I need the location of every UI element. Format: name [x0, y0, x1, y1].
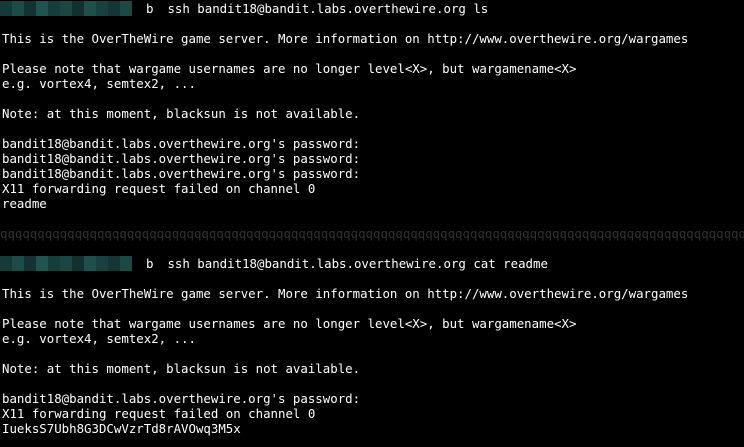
- blacksun-note: Note: at this moment, blacksun is not av…: [2, 106, 361, 121]
- prompt-line-1: b ssh bandit18@bandit.labs.overthewire.o…: [0, 1, 488, 16]
- banner-text: This is the OverTheWire game server. Mor…: [2, 286, 689, 301]
- redaction-block: [60, 256, 72, 271]
- password-prompt: bandit18@bandit.labs.overthewire.org's p…: [2, 136, 361, 151]
- prompt-symbol: b: [146, 256, 154, 271]
- examples-note: e.g. vortex4, semtex2, ...: [2, 76, 196, 91]
- redaction-block: [96, 256, 108, 271]
- x11-error: X11 forwarding request failed on channel…: [2, 406, 316, 421]
- redaction-block: [0, 1, 12, 16]
- terminal-window[interactable]: b ssh bandit18@bandit.labs.overthewire.o…: [0, 0, 744, 447]
- redaction-block: [36, 256, 48, 271]
- prompt-line-2: b ssh bandit18@bandit.labs.overthewire.o…: [0, 256, 548, 271]
- redaction-block: [48, 256, 60, 271]
- redaction-block: [12, 1, 24, 16]
- redaction-block: [108, 1, 120, 16]
- redaction-block: [12, 256, 24, 271]
- redaction-block: [84, 1, 96, 16]
- command-text: ssh bandit18@bandit.labs.overthewire.org…: [167, 1, 489, 16]
- redacted-hostname: [0, 1, 132, 16]
- redaction-block: [120, 256, 132, 271]
- redaction-block: [24, 256, 36, 271]
- password-prompt: bandit18@bandit.labs.overthewire.org's p…: [2, 166, 361, 181]
- password-prompt: bandit18@bandit.labs.overthewire.org's p…: [2, 151, 361, 166]
- redacted-hostname: [0, 256, 132, 271]
- command-output: IueksS7Ubh8G3DCwVzrTd8rAVOwq3M5x: [2, 421, 241, 436]
- username-note: Please note that wargame usernames are n…: [2, 316, 577, 331]
- redaction-block: [72, 256, 84, 271]
- separator-line: qqqqqqqqqqqqqqqqqqqqqqqqqqqqqqqqqqqqqqqq…: [0, 226, 744, 241]
- redaction-block: [36, 1, 48, 16]
- redaction-block: [24, 1, 36, 16]
- redaction-block: [0, 256, 12, 271]
- command-text: ssh bandit18@bandit.labs.overthewire.org…: [167, 256, 548, 271]
- redaction-block: [108, 256, 120, 271]
- blacksun-note: Note: at this moment, blacksun is not av…: [2, 361, 361, 376]
- redaction-block: [96, 1, 108, 16]
- examples-note: e.g. vortex4, semtex2, ...: [2, 331, 196, 346]
- username-note: Please note that wargame usernames are n…: [2, 61, 577, 76]
- redaction-block: [120, 1, 132, 16]
- banner-text: This is the OverTheWire game server. Mor…: [2, 31, 689, 46]
- command-output: readme: [2, 196, 47, 211]
- prompt-symbol: b: [146, 1, 154, 16]
- redaction-block: [48, 1, 60, 16]
- x11-error: X11 forwarding request failed on channel…: [2, 181, 316, 196]
- redaction-block: [72, 1, 84, 16]
- redaction-block: [84, 256, 96, 271]
- password-prompt: bandit18@bandit.labs.overthewire.org's p…: [2, 391, 361, 406]
- redaction-block: [60, 1, 72, 16]
